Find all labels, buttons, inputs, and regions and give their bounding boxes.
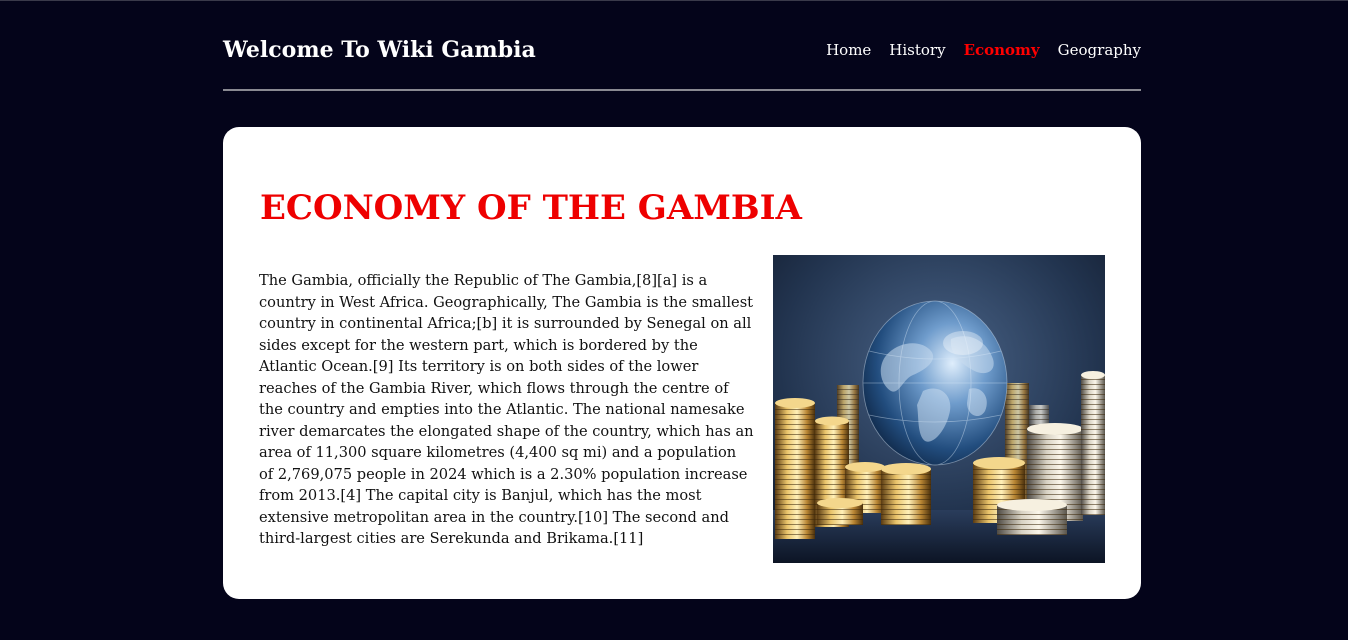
nav-link-home[interactable]: Home — [826, 40, 871, 60]
economy-paragraph: The Gambia, officially the Republic of T… — [259, 272, 754, 547]
page-title: ECONOMY OF THE GAMBIA — [260, 188, 802, 228]
nav-link-geography[interactable]: Geography — [1058, 40, 1141, 60]
main-nav: Home History Economy Geography — [826, 40, 1141, 60]
globe-coins-image — [773, 255, 1105, 563]
nav-link-economy[interactable]: Economy — [964, 40, 1040, 60]
site-title: Welcome To Wiki Gambia — [223, 37, 536, 63]
site-header: Welcome To Wiki Gambia Home History Econ… — [223, 1, 1141, 91]
nav-link-history[interactable]: History — [889, 40, 945, 60]
content-card: ECONOMY OF THE GAMBIA The Gambia, offici… — [223, 127, 1141, 599]
